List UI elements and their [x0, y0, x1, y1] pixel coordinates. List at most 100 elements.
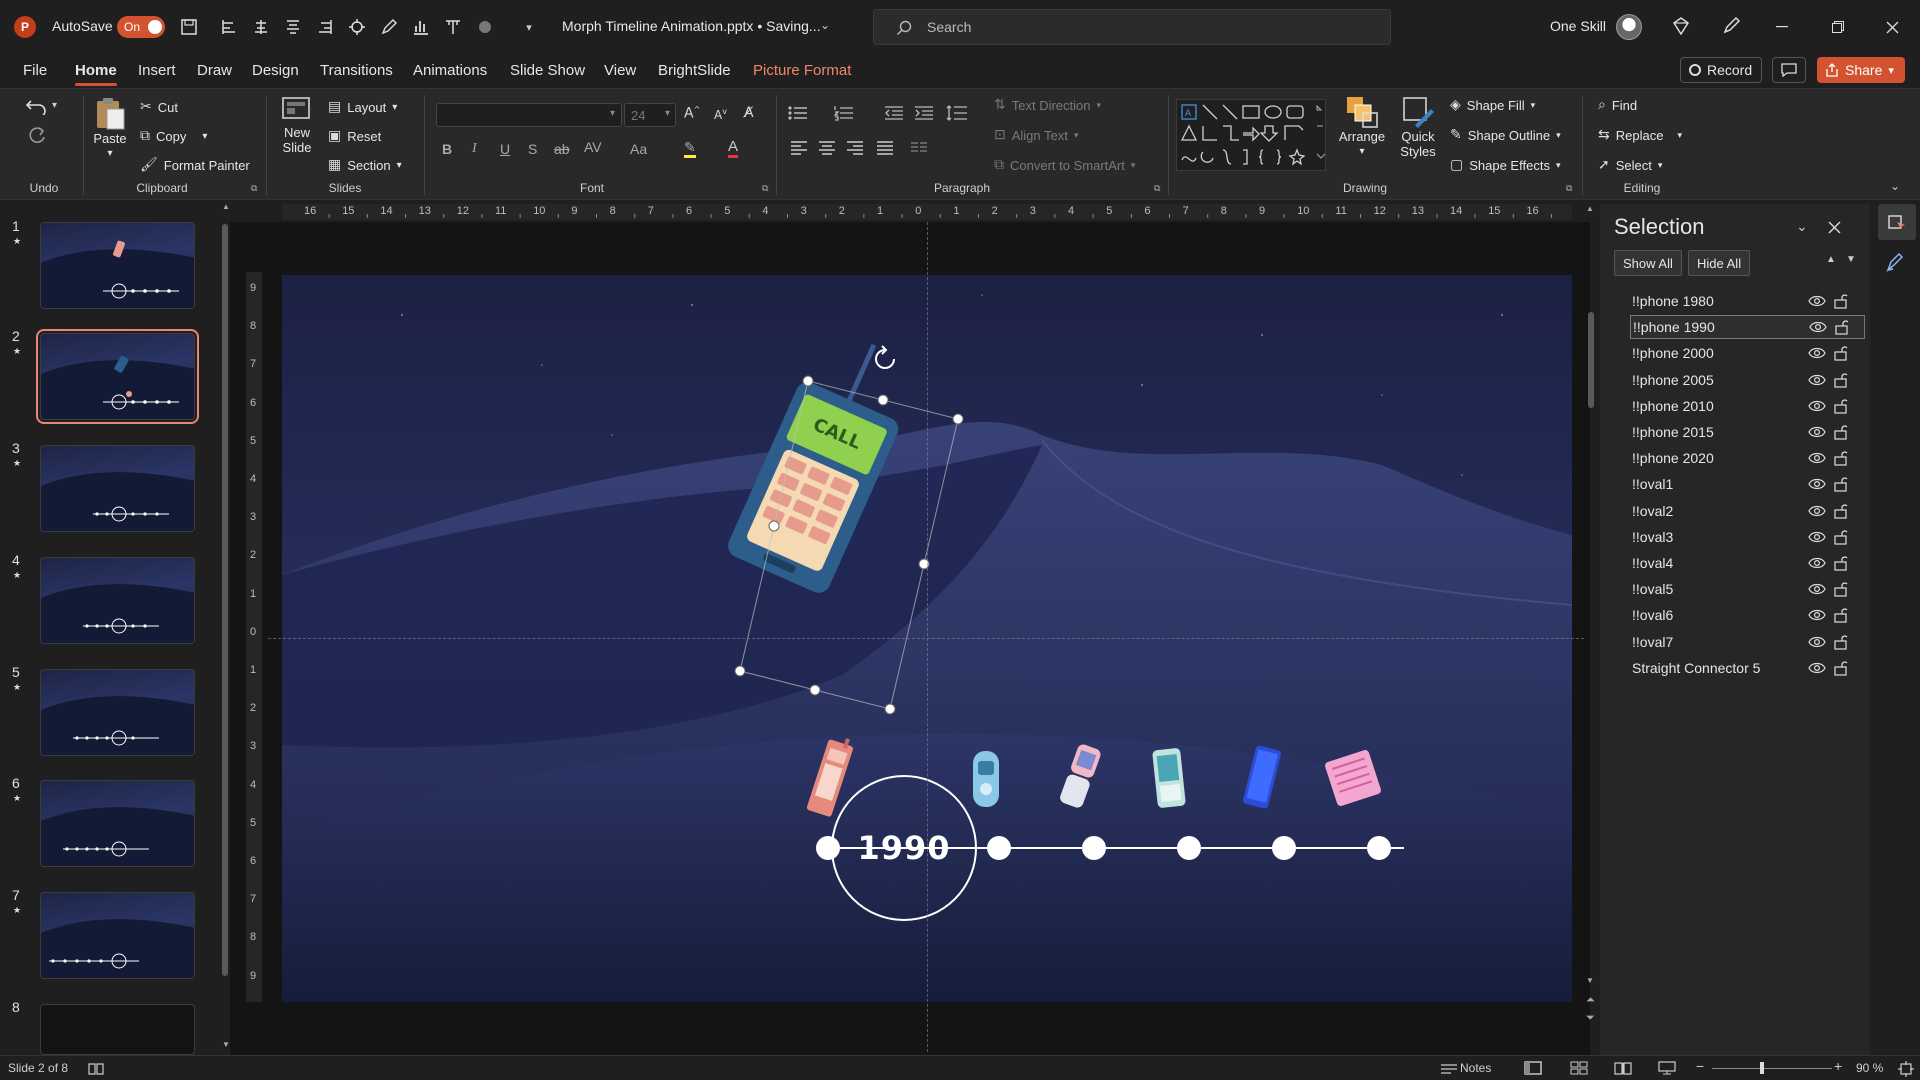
selection-item[interactable]: !!phone 2010 [1630, 394, 1865, 418]
text-direction-button[interactable]: ⇅ Text Direction ▾ [994, 97, 1101, 113]
selection-item[interactable]: !!oval5 [1630, 577, 1865, 601]
phone-2020-image[interactable] [1322, 745, 1384, 811]
replace-button[interactable]: ⇆ Replace ▾ [1598, 127, 1682, 143]
visibility-eye-icon[interactable] [1808, 426, 1826, 438]
slide-thumbnail-7[interactable] [40, 892, 195, 979]
numbering-icon[interactable] [834, 105, 854, 121]
slide-thumbnail-3[interactable] [40, 445, 195, 532]
slide-thumbnail-4[interactable] [40, 557, 195, 644]
align-right-tool-icon[interactable] [314, 16, 336, 38]
align-objects-icon[interactable] [282, 16, 304, 38]
align-left-tool-icon[interactable] [218, 16, 240, 38]
selection-item[interactable]: !!phone 2000 [1630, 341, 1865, 365]
restore-button[interactable] [1818, 7, 1858, 47]
zoom-slider-thumb[interactable] [1760, 1062, 1764, 1074]
visibility-eye-icon[interactable] [1808, 478, 1826, 490]
selection-item[interactable]: !!oval1 [1630, 472, 1865, 496]
shadow-icon[interactable]: S [528, 141, 537, 157]
tab-slide-show[interactable]: Slide Show [510, 62, 585, 79]
unlocked-icon[interactable] [1834, 555, 1848, 571]
save-icon[interactable] [178, 16, 200, 38]
document-title[interactable]: Morph Timeline Animation.pptx • Saving..… [562, 18, 821, 34]
comments-button[interactable] [1772, 57, 1806, 83]
unlocked-icon[interactable] [1834, 476, 1848, 492]
strikethrough-icon[interactable]: ab [554, 141, 570, 157]
justify-icon[interactable] [876, 141, 894, 155]
visibility-eye-icon[interactable] [1808, 531, 1826, 543]
unlocked-icon[interactable] [1834, 660, 1848, 676]
align-center-tool-icon[interactable] [250, 16, 272, 38]
visibility-eye-icon[interactable] [1808, 583, 1826, 595]
select-button[interactable]: ➚ Select ▾ [1598, 157, 1662, 173]
canvas-scroll-down-icon[interactable]: ▼ [1586, 976, 1594, 985]
selection-item[interactable]: !!oval3 [1630, 525, 1865, 549]
convert-smartart-button[interactable]: ⧉ Convert to SmartArt ▾ [994, 157, 1135, 173]
bullets-icon[interactable] [788, 105, 808, 121]
shape-fill-button[interactable]: ◈ Shape Fill ▾ [1450, 97, 1535, 113]
paragraph-launcher-icon[interactable]: ⧉ [1154, 183, 1160, 194]
tab-home[interactable]: Home [75, 62, 117, 86]
unlocked-icon[interactable] [1834, 607, 1848, 623]
drawing-launcher-icon[interactable]: ⧉ [1566, 183, 1572, 194]
underline-icon[interactable]: U [500, 141, 510, 157]
zoom-slider-track[interactable] [1712, 1068, 1832, 1069]
tab-transitions[interactable]: Transitions [320, 62, 393, 79]
line-spacing-icon[interactable] [946, 105, 968, 121]
tab-animations[interactable]: Animations [413, 62, 487, 79]
visibility-eye-icon[interactable] [1809, 321, 1827, 333]
hide-all-button[interactable]: Hide All [1688, 250, 1751, 276]
selection-item[interactable]: !!phone 2020 [1630, 446, 1865, 470]
tab-picture-format[interactable]: Picture Format [753, 62, 851, 79]
tab-insert[interactable]: Insert [138, 62, 176, 79]
visibility-eye-icon[interactable] [1808, 662, 1826, 674]
selection-item[interactable]: !!phone 1990 [1630, 315, 1865, 340]
selection-item[interactable]: !!oval4 [1630, 551, 1865, 575]
slide-thumbnail-6[interactable] [40, 780, 195, 867]
bold-icon[interactable]: B [442, 141, 452, 157]
tab-view[interactable]: View [604, 62, 636, 79]
phone-1980-image[interactable] [802, 735, 856, 827]
highlight-icon[interactable]: ✎ [684, 139, 696, 158]
pen-tool-icon[interactable] [378, 16, 400, 38]
pane-options-icon[interactable]: ⌄ [1796, 218, 1808, 235]
normal-view-icon[interactable] [1524, 1061, 1542, 1075]
next-slide-icon[interactable]: ⏷ [1586, 1012, 1595, 1025]
chart-tool-icon[interactable] [410, 16, 432, 38]
previous-slide-icon[interactable]: ⏶ [1586, 994, 1595, 1007]
close-pane-icon[interactable] [1828, 221, 1841, 234]
clipboard-launcher-icon[interactable]: ⧉ [251, 183, 257, 194]
collapse-ribbon-icon[interactable]: ⌄ [1890, 179, 1900, 193]
shape-outline-button[interactable]: ✎ Shape Outline ▾ [1450, 127, 1561, 143]
phone-2005-image[interactable] [1058, 741, 1102, 813]
avatar[interactable] [1616, 14, 1642, 40]
tab-file[interactable]: File [23, 62, 47, 79]
visibility-eye-icon[interactable] [1808, 400, 1826, 412]
notes-icon[interactable] [1440, 1062, 1458, 1076]
selection-item[interactable]: !!phone 2015 [1630, 420, 1865, 444]
minimize-button[interactable] [1762, 7, 1802, 47]
autosave-toggle[interactable]: On [117, 16, 165, 38]
font-name-dropdown[interactable]: ▾ [436, 103, 622, 127]
user-name[interactable]: One Skill [1550, 18, 1606, 34]
increase-font-icon[interactable]: A^ [684, 105, 700, 122]
record-button[interactable]: Record [1680, 57, 1762, 83]
redo-icon[interactable] [26, 127, 48, 147]
clear-formatting-icon[interactable]: A̸ [744, 105, 754, 121]
pen-icon[interactable] [1720, 15, 1742, 37]
font-color-icon[interactable]: A [728, 139, 739, 158]
tab-brightslide[interactable]: BrightSlide [658, 62, 731, 79]
paste-button[interactable]: Paste ▾ [90, 95, 130, 161]
selection-pane-toggle[interactable] [1878, 204, 1916, 240]
text-height-icon[interactable] [442, 16, 464, 38]
visibility-eye-icon[interactable] [1808, 636, 1826, 648]
undo-icon[interactable] [26, 97, 48, 115]
character-spacing-icon[interactable]: AV [584, 139, 602, 155]
unlocked-icon[interactable] [1834, 634, 1848, 650]
scroll-down-icon[interactable]: ▼ [222, 1040, 230, 1049]
find-button[interactable]: ⌕ Find [1598, 97, 1637, 113]
share-button[interactable]: Share ▾ [1817, 57, 1905, 83]
layout-button[interactable]: ▤ Layout ▾ [328, 99, 397, 115]
arrange-button[interactable]: Arrange ▾ [1336, 95, 1388, 159]
visibility-eye-icon[interactable] [1808, 609, 1826, 621]
selection-item[interactable]: !!oval2 [1630, 499, 1865, 523]
